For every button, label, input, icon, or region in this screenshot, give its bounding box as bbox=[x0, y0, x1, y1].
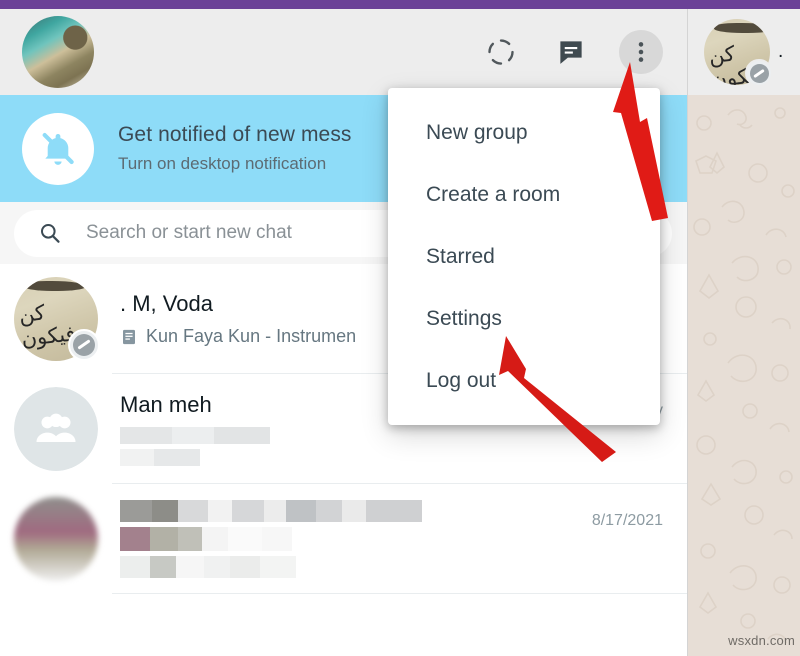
menu-item-log-out[interactable]: Log out bbox=[388, 350, 660, 412]
list-item[interactable]: 8/17/2021 bbox=[0, 484, 687, 594]
avatar[interactable] bbox=[22, 16, 94, 88]
menu-item-label: Create a room bbox=[426, 183, 561, 206]
chat-time: 8/17/2021 bbox=[591, 512, 663, 529]
avatar[interactable] bbox=[704, 19, 773, 87]
blurred-avatar bbox=[14, 497, 98, 581]
new-chat-icon[interactable] bbox=[549, 30, 593, 74]
header-icon-group bbox=[479, 30, 663, 74]
notification-subtitle: Turn on desktop notification bbox=[118, 154, 327, 173]
menu-item-settings[interactable]: Settings bbox=[388, 288, 660, 350]
document-icon bbox=[120, 328, 138, 346]
avatar bbox=[14, 497, 98, 581]
chat-preview-text: Kun Faya Kun - Instrumen bbox=[146, 326, 357, 346]
notification-text: Get notified of new mess Turn on desktop… bbox=[118, 123, 352, 174]
conversation-header[interactable]: . bbox=[688, 9, 800, 95]
menu-item-starred[interactable]: Starred bbox=[388, 226, 660, 288]
menu-item-label: New group bbox=[426, 121, 528, 144]
whatsapp-web-window: Get notified of new mess Turn on desktop… bbox=[0, 0, 800, 656]
conversation-panel: . bbox=[687, 9, 800, 656]
menu-item-create-a-room[interactable]: Create a room bbox=[388, 164, 660, 226]
menu-item-new-group[interactable]: New group bbox=[388, 102, 660, 164]
search-placeholder: Search or start new chat bbox=[86, 222, 292, 243]
notification-title: Get notified of new mess bbox=[118, 123, 352, 146]
menu-item-label: Settings bbox=[426, 307, 502, 330]
chat-preview bbox=[120, 427, 671, 466]
conversation-title: . bbox=[778, 41, 784, 62]
status-icon[interactable] bbox=[479, 30, 523, 74]
bell-muted-icon bbox=[22, 112, 94, 185]
avatar bbox=[14, 387, 98, 471]
avatar bbox=[14, 277, 100, 361]
status-badge bbox=[68, 329, 100, 361]
group-icon bbox=[14, 387, 98, 471]
search-icon bbox=[38, 221, 62, 245]
watermark: wsxdn.com bbox=[728, 633, 795, 648]
menu-item-label: Log out bbox=[426, 369, 497, 392]
chat-wallpaper: wsxdn.com bbox=[688, 95, 800, 656]
main-menu-dropdown: New group Create a room Starred Settings… bbox=[388, 88, 660, 425]
divider bbox=[112, 593, 687, 594]
menu-item-label: Starred bbox=[426, 245, 495, 268]
panel-header bbox=[0, 9, 687, 95]
blurred-preview bbox=[120, 427, 270, 466]
window-accent-bar bbox=[0, 0, 800, 9]
status-badge bbox=[745, 59, 773, 87]
menu-icon[interactable] bbox=[619, 30, 663, 74]
blurred-name bbox=[120, 500, 671, 578]
